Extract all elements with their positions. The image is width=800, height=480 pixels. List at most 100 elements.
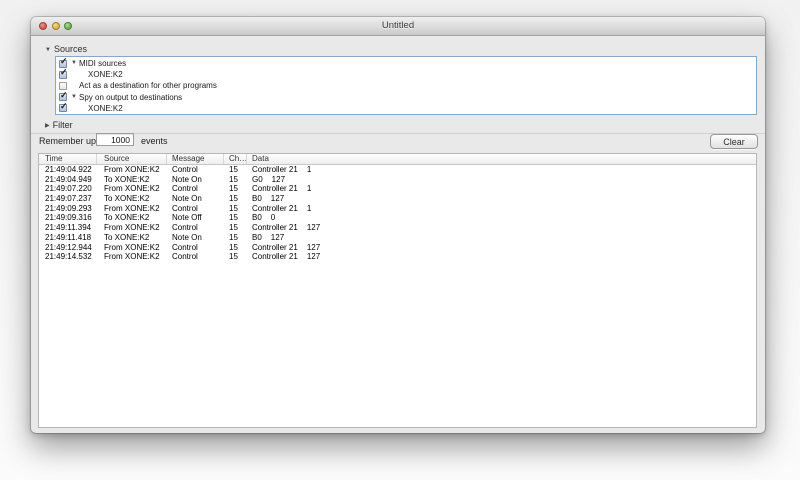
cell-message: Control xyxy=(167,184,224,194)
traffic-lights xyxy=(39,22,72,30)
checkmark-glyph: ✓ xyxy=(60,90,68,101)
data-label: G0 xyxy=(252,175,263,184)
cell-channel: 15 xyxy=(224,213,247,223)
cell-channel: 15 xyxy=(224,165,247,175)
table-row[interactable]: 21:49:07.237To XONE:K2Note On15B0127 xyxy=(39,194,756,204)
midi-monitor-window: Untitled ▼Sources ✓▼MIDI sources✓XONE:K2… xyxy=(31,17,765,433)
cell-data: G0 127 xyxy=(247,175,747,185)
clear-button[interactable]: Clear xyxy=(710,134,758,149)
events-table-header: TimeSourceMessageCh…Data xyxy=(39,154,756,165)
cell-time: 21:49:09.316 xyxy=(39,213,97,223)
checkbox-checked-icon[interactable]: ✓ xyxy=(59,71,67,79)
remember-events-input[interactable] xyxy=(96,133,134,146)
cell-channel: 15 xyxy=(224,184,247,194)
data-label: Controller 21 xyxy=(252,252,298,261)
table-row[interactable]: 21:49:04.949To XONE:K2Note On15G0127 xyxy=(39,175,756,185)
cell-data: B00 xyxy=(247,213,747,223)
events-table: TimeSourceMessageCh…Data 21:49:04.922Fro… xyxy=(38,153,757,428)
data-value: 127 xyxy=(307,243,320,252)
source-item-label: XONE:K2 xyxy=(88,69,123,80)
table-row[interactable]: 21:49:11.418To XONE:K2Note On15B0127 xyxy=(39,233,756,243)
source-item-label: Spy on output to destinations xyxy=(79,92,182,103)
checkmark-glyph: ✓ xyxy=(60,56,68,67)
disclosure-collapsed-icon: ▶ xyxy=(45,123,50,129)
cell-time: 21:49:07.220 xyxy=(39,184,97,194)
cell-data: Controller 21 1 xyxy=(247,184,747,194)
events-table-body: 21:49:04.922From XONE:K2Control15Control… xyxy=(39,165,756,427)
cell-channel: 15 xyxy=(224,204,247,214)
data-value: 1 xyxy=(307,184,311,193)
data-label: Controller 21 xyxy=(252,184,298,193)
cell-channel: 15 xyxy=(224,223,247,233)
column-header-channel[interactable]: Ch… xyxy=(224,154,247,165)
cell-source: From XONE:K2 xyxy=(97,165,167,175)
window-titlebar[interactable]: Untitled xyxy=(31,17,765,36)
cell-data: Controller 21 127 xyxy=(247,243,747,253)
cell-source: From XONE:K2 xyxy=(97,204,167,214)
cell-source: To XONE:K2 xyxy=(97,175,167,185)
table-row[interactable]: 21:49:09.293From XONE:K2Control15Control… xyxy=(39,204,756,214)
source-item[interactable]: ✓▼Spy on output to destinations xyxy=(56,92,756,103)
cell-channel: 15 xyxy=(224,233,247,243)
close-button[interactable] xyxy=(39,22,47,30)
disclosure-expanded-icon[interactable]: ▼ xyxy=(71,58,77,69)
table-row[interactable]: 21:49:04.922From XONE:K2Control15Control… xyxy=(39,165,756,175)
data-value: 127 xyxy=(307,223,320,232)
cell-time: 21:49:04.922 xyxy=(39,165,97,175)
data-value: 0 xyxy=(271,213,275,222)
checkbox-checked-icon[interactable]: ✓ xyxy=(59,104,67,112)
cell-time: 21:49:04.949 xyxy=(39,175,97,185)
data-label: Controller 21 xyxy=(252,243,298,252)
table-row[interactable]: 21:49:11.394From XONE:K2Control15Control… xyxy=(39,223,756,233)
column-header-source[interactable]: Source xyxy=(97,154,167,165)
checkmark-glyph: ✓ xyxy=(60,67,68,78)
table-row[interactable]: 21:49:12.944From XONE:K2Control15Control… xyxy=(39,243,756,253)
data-value: 127 xyxy=(307,252,320,261)
minimize-button[interactable] xyxy=(52,22,60,30)
column-header-data[interactable]: Data xyxy=(247,154,747,165)
cell-source: To XONE:K2 xyxy=(97,213,167,223)
cell-source: From XONE:K2 xyxy=(97,184,167,194)
events-suffix-label: events xyxy=(141,136,168,146)
source-item-label: Act as a destination for other programs xyxy=(79,80,217,91)
cell-channel: 15 xyxy=(224,175,247,185)
data-value: 127 xyxy=(271,194,284,203)
cell-data: Controller 211 xyxy=(247,165,747,175)
source-item[interactable]: ✓XONE:K2 xyxy=(56,103,756,114)
window-title: Untitled xyxy=(31,17,765,35)
data-value: 127 xyxy=(272,175,285,184)
table-row[interactable]: 21:49:09.316To XONE:K2Note Off15B00 xyxy=(39,213,756,223)
data-label: B0 xyxy=(252,194,262,203)
checkmark-glyph: ✓ xyxy=(60,101,68,112)
cell-data: B0 127 xyxy=(247,194,747,204)
data-value: 127 xyxy=(271,233,284,242)
cell-data: Controller 21 127 xyxy=(247,252,747,262)
sources-section-disclosure[interactable]: ▼Sources xyxy=(45,44,87,54)
zoom-button[interactable] xyxy=(64,22,72,30)
window-content: ▼Sources ✓▼MIDI sources✓XONE:K2Act as a … xyxy=(31,37,765,433)
column-header-message[interactable]: Message xyxy=(167,154,224,165)
table-row[interactable]: 21:49:14.532From XONE:K2Control15Control… xyxy=(39,252,756,262)
cell-time: 21:49:07.237 xyxy=(39,194,97,204)
cell-source: To XONE:K2 xyxy=(97,233,167,243)
cell-message: Note On xyxy=(167,233,224,243)
sources-section-label: Sources xyxy=(54,44,87,54)
cell-message: Control xyxy=(167,204,224,214)
source-item[interactable]: ✓ XONE:K2 xyxy=(56,69,756,80)
cell-data: Controller 21 127 xyxy=(247,223,747,233)
sources-list: ✓▼MIDI sources✓XONE:K2Act as a destinati… xyxy=(55,56,757,115)
cell-data: Controller 211 xyxy=(247,204,747,214)
source-item-label: MIDI sources xyxy=(79,58,126,69)
source-item[interactable]: ✓▼MIDI sources xyxy=(56,58,756,69)
cell-data: B0127 xyxy=(247,233,747,243)
filter-section-disclosure[interactable]: ▶Filter xyxy=(45,120,73,130)
source-item[interactable]: Act as a destination for other programs xyxy=(56,80,756,91)
table-row[interactable]: 21:49:07.220From XONE:K2Control15Control… xyxy=(39,184,756,194)
data-label: Controller 21 xyxy=(252,223,298,232)
column-header-time[interactable]: Time xyxy=(39,154,97,165)
cell-channel: 15 xyxy=(224,194,247,204)
cell-time: 21:49:12.944 xyxy=(39,243,97,253)
data-value: 1 xyxy=(307,165,311,174)
disclosure-expanded-icon[interactable]: ▼ xyxy=(71,92,77,103)
cell-channel: 15 xyxy=(224,252,247,262)
